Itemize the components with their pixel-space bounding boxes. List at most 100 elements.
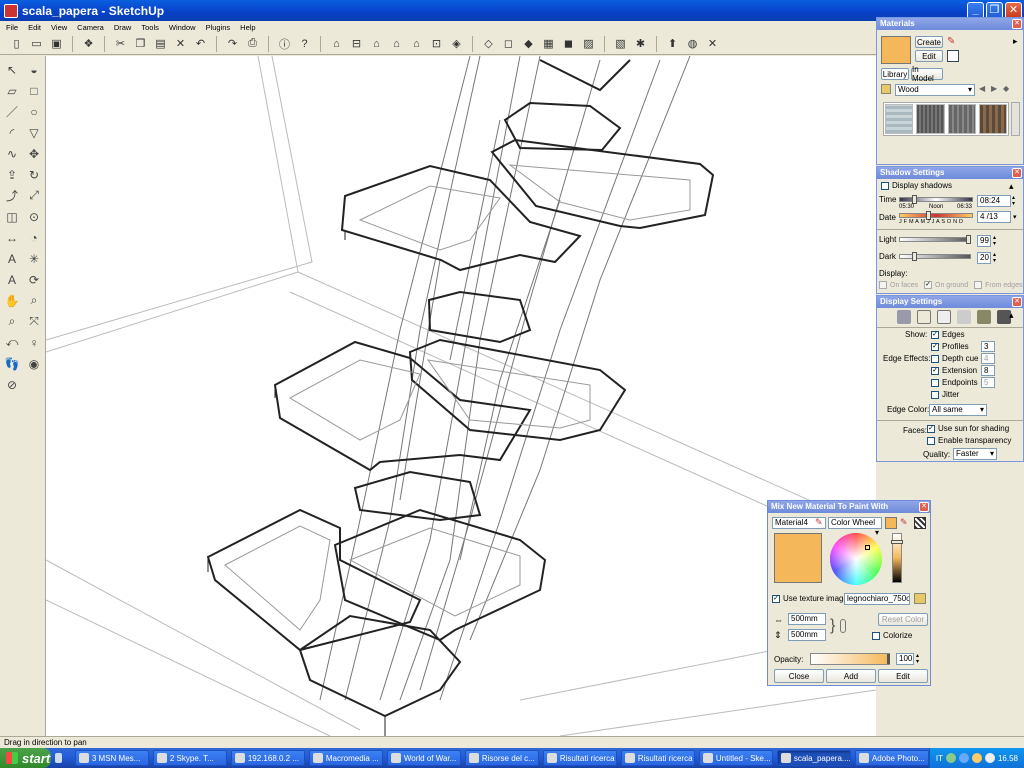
chain-link-icon[interactable] (840, 619, 846, 633)
from-edges-checkbox[interactable] (974, 281, 983, 289)
taskbar-button[interactable]: 2 Skype. T... (152, 750, 227, 766)
edge-color-dropdown[interactable]: All same ▾ (929, 404, 987, 416)
panel-collapse-icon[interactable]: ▴ (1009, 310, 1014, 321)
look-around-icon[interactable]: ◉ (24, 354, 44, 373)
3d-text-icon[interactable]: A (2, 270, 22, 289)
quality-dropdown[interactable]: Faster ▾ (953, 448, 997, 460)
on-faces-checkbox[interactable] (879, 281, 887, 289)
close-icon[interactable]: ✕ (1012, 19, 1022, 29)
top-view-icon[interactable]: ⊟ (348, 35, 365, 52)
opacity-slider[interactable] (810, 653, 890, 665)
taskbar-button[interactable]: scala_papera.... (776, 750, 851, 766)
panel-expand-icon[interactable]: ▸ (1013, 36, 1018, 47)
wood-texture-thumb[interactable] (978, 104, 1007, 134)
paste-icon[interactable]: ▤ (152, 35, 169, 52)
save-icon[interactable]: ▣ (48, 35, 65, 52)
panel-collapse-icon[interactable]: ▴ (1009, 181, 1014, 192)
menu-tools[interactable]: Tools (141, 23, 159, 32)
scale-icon[interactable]: ⤢ (24, 186, 44, 205)
tab-library[interactable]: Library (881, 68, 909, 80)
share-model-icon[interactable]: ⬆ (664, 35, 681, 52)
reset-color-button[interactable]: Reset Color (878, 613, 928, 626)
offset-icon[interactable]: ◫ (2, 207, 22, 226)
menu-draw[interactable]: Draw (114, 23, 132, 32)
light-field[interactable]: 99 (977, 235, 991, 247)
brightness-slider[interactable] (891, 533, 903, 583)
walk-icon[interactable]: 👣 (2, 354, 22, 373)
eyedropper-icon[interactable]: ✎ (947, 36, 959, 48)
close-icon[interactable]: ✕ (919, 502, 929, 512)
dark-spinner[interactable]: ▴ ▾ (993, 252, 996, 264)
sample-color-icon[interactable]: ✎ (900, 517, 908, 528)
material-color-swatch[interactable] (885, 517, 897, 529)
light-spinner[interactable]: ▴ ▾ (993, 235, 996, 247)
close-icon[interactable]: ✕ (1012, 168, 1022, 178)
front-view-icon[interactable]: ⌂ (368, 35, 385, 52)
opacity-spinner[interactable]: ▴ ▾ (916, 653, 919, 665)
tab-in-model[interactable]: In Model (911, 65, 943, 83)
monochrome-icon[interactable]: ◼ (560, 35, 577, 52)
text-icon[interactable]: A (2, 249, 22, 268)
opacity-field[interactable]: 100 (896, 653, 914, 665)
select-icon[interactable]: ↖ (2, 60, 22, 79)
menu-plugins[interactable]: Plugins (206, 23, 231, 32)
taskbar-button[interactable]: Adobe Photo... (854, 750, 929, 766)
msn-tray-icon[interactable] (945, 753, 956, 763)
texture-width-field[interactable]: 500mm (788, 613, 826, 625)
extension-checkbox[interactable]: ✓ (931, 366, 939, 375)
make-component-icon[interactable]: ❖ (80, 35, 97, 52)
model-viewport[interactable] (46, 56, 876, 736)
color-picker-dropdown[interactable]: Color Wheel ▾ (828, 517, 882, 537)
collection-dropdown[interactable]: Wood ▾ (895, 84, 975, 96)
color-wheel[interactable] (830, 533, 882, 585)
show-desktop-icon[interactable] (55, 753, 63, 763)
undo-icon[interactable]: ↶ (192, 35, 209, 52)
dimension-icon[interactable]: ↔ (2, 228, 22, 247)
enable-transparency-checkbox[interactable] (927, 436, 935, 445)
display-shadows-icon[interactable]: ▨ (580, 35, 597, 52)
cut-icon[interactable]: ✂ (112, 35, 129, 52)
polygon-icon[interactable]: ▽ (24, 123, 44, 142)
freehand-icon[interactable]: ∿ (2, 144, 22, 163)
depth-cue-field[interactable]: 4 (981, 353, 995, 364)
redo-icon[interactable]: ↷ (224, 35, 241, 52)
edit-material-button[interactable]: Edit (915, 50, 943, 62)
rotate-icon[interactable]: ↻ (24, 165, 44, 184)
date-field[interactable]: 4 /13 (977, 211, 1011, 223)
start-button[interactable]: start (0, 748, 52, 768)
textured-style-icon[interactable] (977, 310, 991, 324)
back-view-icon[interactable]: ⌂ (408, 35, 425, 52)
taskbar-button[interactable]: 192.168.0.2 ... (230, 750, 305, 766)
nav-back-icon[interactable]: ◀ (979, 84, 985, 93)
material-preview-swatch[interactable] (774, 533, 822, 583)
zoom-icon[interactable]: ⌕ (24, 291, 44, 310)
taskbar-button[interactable]: Risorse del c... (464, 750, 539, 766)
right-view-icon[interactable]: ⌂ (388, 35, 405, 52)
clock[interactable]: 16.58 (998, 754, 1018, 763)
hidden-line-style-icon[interactable] (937, 310, 951, 324)
new-file-icon[interactable]: ▯ (8, 35, 25, 52)
wireframe-style-icon[interactable] (917, 310, 931, 324)
add-button[interactable]: Add (826, 669, 876, 683)
language-indicator[interactable]: IT (936, 754, 943, 763)
left-view-icon[interactable]: ⊡ (428, 35, 445, 52)
eraser-icon[interactable]: ▱ (2, 81, 22, 100)
xray-style-icon[interactable] (897, 310, 911, 324)
date-dropdown-icon[interactable]: ▾ (1013, 213, 1017, 221)
wireframe-icon[interactable]: ◇ (480, 35, 497, 52)
taskbar-button[interactable]: World of War... (386, 750, 461, 766)
nav-forward-icon[interactable]: ▶ (991, 84, 997, 93)
xray-icon[interactable]: ◈ (448, 35, 465, 52)
use-sun-checkbox[interactable]: ✓ (927, 424, 935, 433)
orbit-icon[interactable]: ⟳ (24, 270, 44, 289)
open-folder-icon[interactable]: ▭ (28, 35, 45, 52)
color-wheel-cursor[interactable] (865, 545, 870, 550)
wood-texture-thumb[interactable] (885, 104, 914, 134)
paint-bucket-icon[interactable]: ◒ (24, 60, 44, 79)
tape-measure-icon[interactable]: ⊙ (24, 207, 44, 226)
time-field[interactable]: 08:24 (977, 195, 1011, 207)
hidden-line-icon[interactable]: ◻ (500, 35, 517, 52)
edges-checkbox[interactable]: ✓ (931, 330, 939, 339)
colorize-checkbox[interactable] (872, 631, 880, 640)
edit-button[interactable]: Edit (878, 669, 928, 683)
